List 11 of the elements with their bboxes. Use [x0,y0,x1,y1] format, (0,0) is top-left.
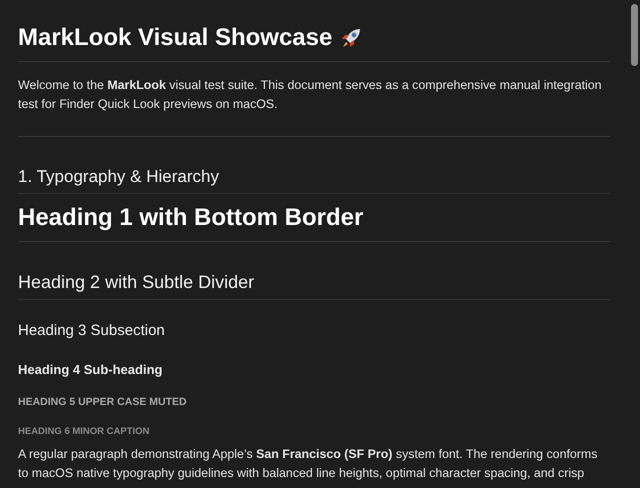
document-title: MarkLook Visual Showcase [18,24,332,52]
heading-five: HEADING 5 UPPER CASE MUTED [18,396,188,409]
heading-four: Heading 4 Sub-heading [18,362,164,378]
heading-three: Heading 3 Subsection [18,322,166,340]
body-paragraph: A regular paragraph demonstrating Apple’s San Francisco (SF Pro) system font. The rendering conforms to macOS native typography guidelines with balanced line heights, optimal character spacing, and crisp [18,446,598,482]
intro-paragraph: Welcome to the MarkLook visual test suite. This document serves as a comprehensive manual integration test for Finder Quick Look previews on macOS. [18,77,603,113]
heading-one: Heading 1 with Bottom Border [18,204,610,242]
heading-six: HEADING 6 MINOR CAPTION [18,426,150,437]
heading-two: Heading 2 with Subtle Divider [18,272,610,300]
scrollbar-thumb[interactable] [630,4,638,66]
section-heading: 1. Typography & Hierarchy [18,167,610,194]
